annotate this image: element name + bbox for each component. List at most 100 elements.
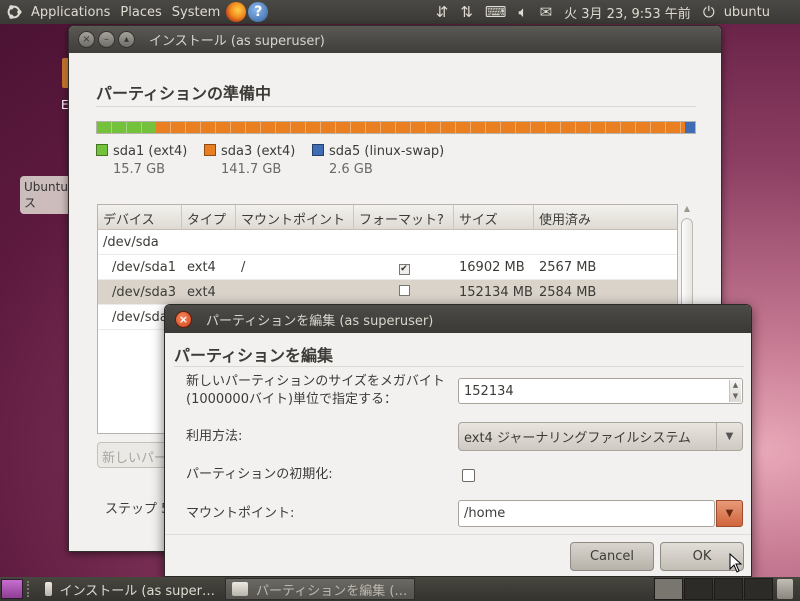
table-header: デバイス タイプ マウントポイント フォーマット? サイズ 使用済み — [98, 205, 677, 230]
taskbar-item-label: パーティションを編集 (… — [256, 583, 408, 599]
column-header-device[interactable]: デバイス — [98, 205, 182, 229]
firefox-launcher[interactable] — [225, 1, 247, 23]
cell-format: ✔ — [354, 260, 454, 275]
user-name[interactable]: ubuntu — [719, 5, 800, 20]
workspace-2[interactable] — [684, 578, 713, 600]
cell-device: /dev/sda — [103, 234, 159, 250]
network-icon[interactable]: ⇅ — [455, 3, 478, 21]
taskbar-item-installer[interactable]: インストール (as super… — [39, 578, 221, 600]
close-icon[interactable]: × — [175, 310, 192, 328]
partition-bar-segment-2 — [155, 122, 686, 133]
mount-point-value: /home — [464, 506, 506, 521]
firefox-icon — [226, 2, 247, 22]
table-row-selected[interactable]: /dev/sda3 ext4 152134 MB 2584 MB — [98, 280, 677, 305]
maximize-icon[interactable]: ▴ — [118, 31, 135, 48]
dialog-heading: パーティションを編集 — [174, 346, 334, 365]
format-checkbox[interactable]: ✔ — [398, 263, 410, 275]
chevron-down-icon: ▼ — [716, 423, 742, 450]
legend-swatch-sda5 — [312, 144, 324, 156]
panel-grip — [27, 581, 33, 597]
use-as-label: 利用方法: — [186, 429, 243, 444]
installer-icon — [45, 582, 52, 596]
edit-partition-dialog: × パーティションを編集 (as superuser) パーティションを編集 新… — [164, 304, 752, 577]
format-partition-checkbox[interactable] — [462, 469, 475, 482]
chevron-down-icon: ▼ — [725, 508, 734, 519]
keyboard-indicator-icon[interactable]: ⇵ — [431, 3, 454, 21]
new-partition-button[interactable]: 新しいパーティション — [97, 442, 167, 468]
legend-sda5: sda5 (linux-swap) 2.6 GB — [312, 143, 444, 179]
column-header-format[interactable]: フォーマット? — [354, 205, 454, 229]
column-header-type[interactable]: タイプ — [182, 205, 236, 229]
installer-titlebar[interactable]: × – ▴ インストール (as superuser) — [69, 26, 721, 53]
taskbar-item-label: インストール (as super… — [59, 583, 215, 599]
cancel-button[interactable]: Cancel — [570, 542, 654, 571]
partition-size-spinbox[interactable]: 152134 ▲ ▼ — [458, 378, 743, 404]
table-row[interactable]: /dev/sda — [98, 230, 677, 255]
legend-sda3: sda3 (ext4) 141.7 GB — [204, 143, 295, 179]
workspace-4[interactable] — [744, 578, 773, 600]
menu-applications[interactable]: Applications — [26, 5, 115, 20]
cell-type: ext4 — [187, 284, 216, 300]
cell-type: ext4 — [187, 259, 216, 275]
page-title: パーティションの準備中 — [96, 84, 272, 103]
trash-icon[interactable] — [777, 579, 793, 599]
size-label-line2: (1000000バイト)単位で指定する： — [186, 392, 398, 407]
use-as-value: ext4 ジャーナリングファイルシステム — [464, 431, 691, 446]
cell-mount: / — [241, 259, 246, 275]
close-icon[interactable]: × — [78, 31, 95, 48]
help-icon: ? — [248, 2, 269, 22]
column-header-used[interactable]: 使用済み — [534, 205, 674, 229]
spin-arrows-icon[interactable]: ▲ ▼ — [729, 380, 741, 402]
help-launcher[interactable]: ? — [247, 1, 269, 23]
divider — [165, 534, 751, 535]
cell-size: 16902 MB — [459, 259, 525, 275]
mount-point-dropdown-button[interactable]: ▼ — [716, 500, 743, 527]
cell-device: /dev/sda3 — [112, 284, 176, 300]
format-checkbox[interactable] — [398, 284, 410, 296]
size-label-line1: 新しいパーティションのサイズをメガバイト — [186, 374, 445, 389]
keyboard-icon[interactable]: ⌨ — [480, 3, 512, 21]
legend-name-sda3: sda3 (ext4) — [221, 144, 296, 159]
taskbar-item-edit-partition[interactable]: パーティションを編集 (… — [225, 578, 415, 600]
size-label: 新しいパーティションのサイズをメガバイト (1000000バイト)単位で指定する… — [186, 373, 445, 409]
column-header-mount[interactable]: マウントポイント — [236, 205, 354, 229]
legend-name-sda5: sda5 (linux-swap) — [329, 144, 445, 159]
divider — [174, 366, 744, 367]
divider — [96, 106, 696, 107]
installer-title: インストール (as superuser) — [149, 34, 325, 49]
scroll-up-icon[interactable]: ▲ — [678, 204, 696, 218]
mount-point-entry[interactable]: /home — [458, 500, 715, 527]
top-panel: Applications Places System ? ⇵ ⇅ ⌨ 🔈︎ ✉ … — [0, 0, 800, 24]
use-as-combobox[interactable]: ext4 ジャーナリングファイルシステム ▼ — [458, 422, 743, 451]
cell-used: 2584 MB — [539, 284, 597, 300]
installer-icon — [232, 582, 248, 596]
legend-swatch-sda1 — [96, 144, 108, 156]
mail-icon[interactable]: ✉ — [535, 3, 558, 21]
workspace-1[interactable] — [654, 578, 683, 600]
legend-size-sda3: 141.7 GB — [221, 162, 282, 177]
mount-point-label: マウントポイント: — [186, 506, 295, 521]
dialog-title: パーティションを編集 (as superuser) — [206, 313, 434, 329]
partition-bar-segment-3 — [685, 122, 695, 133]
menu-places[interactable]: Places — [115, 5, 166, 20]
table-row[interactable]: /dev/sda1 ext4 / ✔ 16902 MB 2567 MB — [98, 255, 677, 280]
workspace-3[interactable] — [714, 578, 743, 600]
cell-size: 152134 MB — [459, 284, 533, 300]
mouse-cursor-icon — [729, 553, 743, 573]
legend-name-sda1: sda1 (ext4) — [113, 144, 188, 159]
clock[interactable]: 火 3月 23, 9:53 午前 — [559, 3, 696, 22]
window-controls: × – ▴ — [78, 31, 135, 48]
volume-icon[interactable]: 🔈︎ — [514, 3, 533, 21]
minimize-icon[interactable]: – — [98, 31, 115, 48]
column-header-size[interactable]: サイズ — [454, 205, 534, 229]
ubuntu-logo-icon[interactable] — [5, 3, 23, 21]
menu-system[interactable]: System — [167, 5, 225, 20]
legend-sda1: sda1 (ext4) 15.7 GB — [96, 143, 187, 179]
cell-used: 2567 MB — [539, 259, 597, 275]
legend-swatch-sda3 — [204, 144, 216, 156]
user-power-icon[interactable]: ⏻ — [698, 3, 717, 21]
dialog-titlebar[interactable]: × パーティションを編集 (as superuser) — [165, 305, 751, 333]
cell-device: /dev/sda1 — [112, 259, 176, 275]
show-desktop-icon[interactable] — [1, 579, 23, 599]
step-label: ステップ 5 — [105, 502, 170, 517]
